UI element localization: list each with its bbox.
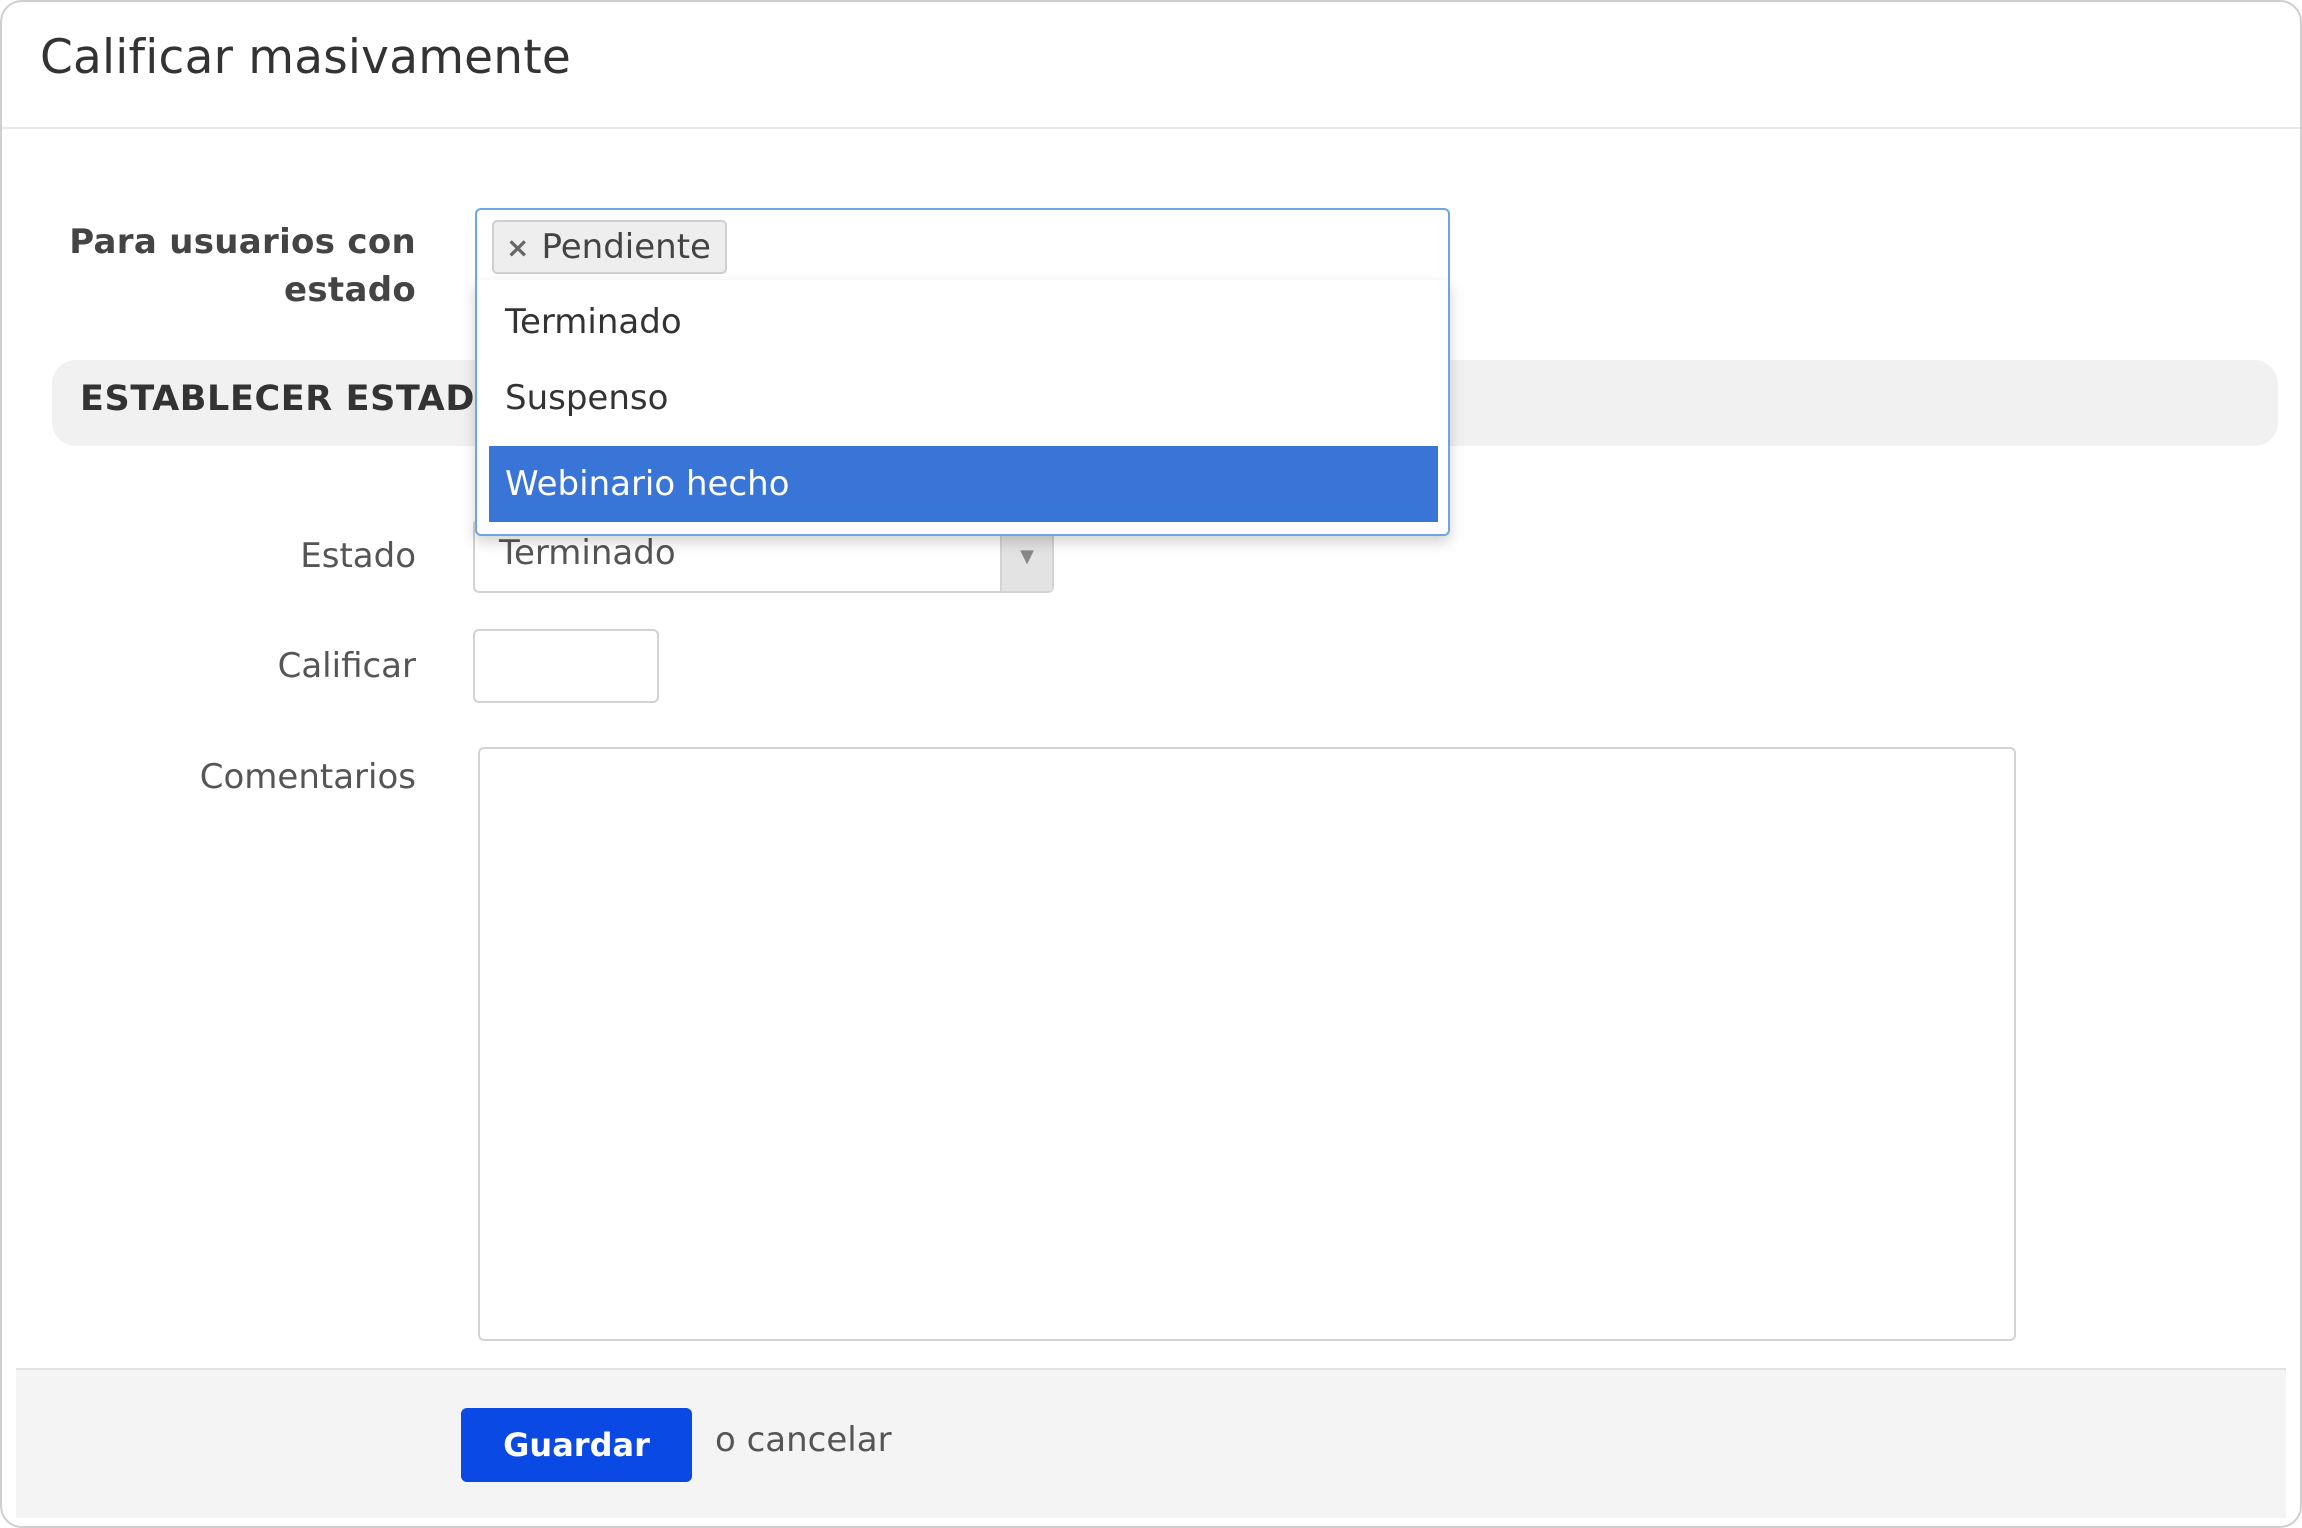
comments-textarea[interactable] <box>478 747 2016 1341</box>
filter-status-dropdown: Terminado Suspenso Webinario hecho <box>475 280 1450 536</box>
mass-grade-modal: Calificar masivamente Para usuarios con … <box>0 0 2302 1528</box>
dropdown-option-webinario-hecho[interactable]: Webinario hecho <box>489 446 1438 522</box>
tag-remove-icon[interactable]: × <box>506 231 529 264</box>
filter-status-label-line2: estado <box>284 270 416 310</box>
section-title: ESTABLECER ESTADO <box>80 379 506 419</box>
dropdown-option-terminado[interactable]: Terminado <box>489 284 1438 360</box>
grade-label: Calificar <box>277 646 416 686</box>
tag-label: Pendiente <box>541 227 711 267</box>
cancel-link[interactable]: o cancelar <box>715 1420 892 1460</box>
status-label: Estado <box>300 536 416 576</box>
save-button[interactable]: Guardar <box>461 1408 692 1482</box>
grade-input[interactable] <box>473 629 659 703</box>
status-select-value: Terminado <box>499 533 676 573</box>
comments-label: Comentarios <box>199 757 416 797</box>
selected-tag-pendiente: × Pendiente <box>492 220 727 274</box>
modal-title: Calificar masivamente <box>40 30 572 85</box>
filter-status-label-line1: Para usuarios con <box>69 222 416 262</box>
dropdown-option-suspenso[interactable]: Suspenso <box>489 360 1438 436</box>
modal-footer: Guardar o cancelar <box>16 1368 2286 1518</box>
filter-status-label: Para usuarios con estado <box>16 218 416 314</box>
modal-header: Calificar masivamente <box>2 2 2300 129</box>
filter-status-multiselect[interactable]: × Pendiente <box>475 208 1450 282</box>
